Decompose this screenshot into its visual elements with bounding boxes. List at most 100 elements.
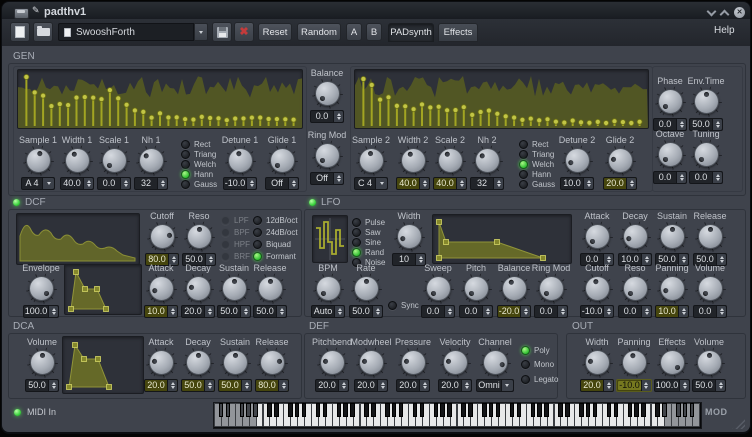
value-spinbox[interactable]: 50.0 <box>349 305 383 318</box>
dcf-reso-control[interactable]: Reso50.0 <box>179 211 219 266</box>
radio-pulse[interactable]: Pulse <box>352 217 385 227</box>
def-pitchbend-control[interactable]: Pitchbend20.0 <box>312 337 352 392</box>
tab-padsynth[interactable]: PADsynth <box>388 23 434 42</box>
value-spinbox[interactable]: 40.0 <box>396 177 430 190</box>
knob-dial[interactable] <box>585 276 610 301</box>
knob-dial[interactable] <box>698 224 723 249</box>
value-combobox[interactable]: C 4 <box>354 177 388 190</box>
radio-triang[interactable]: Triang <box>519 149 555 159</box>
piano-black-key[interactable] <box>288 403 293 417</box>
knob-dial[interactable] <box>354 276 379 301</box>
lfo-sweep-control[interactable]: Sweep0.0 <box>418 263 458 318</box>
knob-dial[interactable] <box>585 224 610 249</box>
piano-black-key[interactable] <box>253 403 258 417</box>
radio-mono[interactable]: Mono <box>521 358 558 373</box>
piano-black-key[interactable] <box>399 403 404 417</box>
spin-arrows-icon[interactable] <box>493 178 503 189</box>
preset-combobox[interactable]: SwooshForth <box>58 23 194 41</box>
piano-black-key[interactable] <box>662 403 667 417</box>
piano-black-key[interactable] <box>468 403 473 417</box>
radio-saw[interactable]: Saw <box>352 227 385 237</box>
piano-black-key[interactable] <box>350 403 355 417</box>
spin-arrows-icon[interactable] <box>241 380 251 391</box>
piano-black-key[interactable] <box>586 403 591 417</box>
value-spinbox[interactable]: 20.0 <box>438 379 472 392</box>
lfo-volume-control[interactable]: Volume0.0 <box>690 263 730 318</box>
def-modwheel-control[interactable]: Modwheel20.0 <box>351 337 391 392</box>
knob-dial[interactable] <box>694 89 719 114</box>
lfo-pitch-control[interactable]: Pitch0.0 <box>456 263 496 318</box>
spin-arrows-icon[interactable] <box>461 380 471 391</box>
tab-effects[interactable]: Effects <box>438 23 478 42</box>
spin-arrows-icon[interactable] <box>557 306 567 317</box>
value-spinbox[interactable]: 0.0 <box>534 305 568 318</box>
value-spinbox[interactable]: Off <box>265 177 299 190</box>
out-effects-control[interactable]: Effects100.0 <box>652 337 692 392</box>
piano-black-key[interactable] <box>274 403 279 417</box>
piano-black-key[interactable] <box>337 403 342 417</box>
spin-arrows-icon[interactable] <box>603 306 613 317</box>
gen-glide1-control[interactable]: Glide 1Off <box>262 135 302 190</box>
knob-dial[interactable] <box>260 350 285 375</box>
value-spinbox[interactable]: -10.0 <box>580 305 615 318</box>
spin-arrows-icon[interactable] <box>641 380 651 391</box>
piano-black-key[interactable] <box>517 403 522 417</box>
value-spinbox[interactable]: 20.0 <box>181 305 215 318</box>
piano-black-key[interactable] <box>683 403 688 417</box>
piano-black-key[interactable] <box>482 403 487 417</box>
dcf-cutoff-control[interactable]: Cutoff80.0 <box>142 211 182 266</box>
piano-black-key[interactable] <box>413 403 418 417</box>
def-pressure-control[interactable]: Pressure20.0 <box>393 337 433 392</box>
dca-sustain-control[interactable]: Sustain50.0 <box>215 337 255 392</box>
save-preset-button[interactable] <box>212 22 232 42</box>
piano-black-key[interactable] <box>316 403 321 417</box>
spin-arrows-icon[interactable] <box>444 306 454 317</box>
reset-button[interactable]: Reset <box>258 23 292 41</box>
out-volume-control[interactable]: Volume50.0 <box>689 337 729 392</box>
value-spinbox[interactable]: 0.0 <box>693 305 727 318</box>
random-button[interactable]: Random <box>297 23 341 41</box>
knob-dial[interactable] <box>187 224 212 249</box>
piano-black-key[interactable] <box>364 403 369 417</box>
knob-dial[interactable] <box>149 350 174 375</box>
spin-arrows-icon[interactable] <box>167 306 177 317</box>
dcf-envelope-control[interactable]: Envelope100.0 <box>21 263 61 318</box>
a-button[interactable]: A <box>346 23 362 41</box>
minimize-button[interactable] <box>708 8 716 16</box>
piano-black-key[interactable] <box>579 403 584 417</box>
piano-black-key[interactable] <box>537 403 542 417</box>
value-spinbox[interactable]: 0.0 <box>97 177 131 190</box>
value-spinbox[interactable]: 20.0 <box>144 379 178 392</box>
piano-black-key[interactable] <box>434 403 439 417</box>
gen-ringmod-control[interactable]: Ring ModOff <box>307 130 347 185</box>
out-panning-control[interactable]: Panning-10.0 <box>614 337 654 392</box>
def-velocity-control[interactable]: Velocity20.0 <box>435 337 475 392</box>
spin-arrows-icon[interactable] <box>372 306 382 317</box>
piano-black-key[interactable] <box>267 403 272 417</box>
value-spinbox[interactable]: 10.0 <box>144 305 178 318</box>
open-preset-button[interactable] <box>33 22 53 42</box>
radio-hann[interactable]: Hann <box>519 169 555 179</box>
radio-rand[interactable]: Rand <box>352 247 385 257</box>
dca-attack-control[interactable]: Attack20.0 <box>141 337 181 392</box>
radio-12db-oct[interactable]: 12dB/oct <box>253 214 298 226</box>
lfo-wave-display[interactable] <box>312 215 348 263</box>
knob-dial[interactable] <box>359 148 384 173</box>
knob-dial[interactable] <box>426 276 451 301</box>
gen-glide2-control[interactable]: Glide 220.0 <box>600 135 640 190</box>
dca-volume-control[interactable]: Volume50.0 <box>22 337 62 392</box>
value-spinbox[interactable]: 32 <box>134 177 168 190</box>
dcf-decay-control[interactable]: Decay20.0 <box>178 263 218 318</box>
knob-dial[interactable] <box>223 350 248 375</box>
value-spinbox[interactable]: 20.0 <box>580 379 614 392</box>
piano-black-key[interactable] <box>531 403 536 417</box>
dca-envelope-display[interactable] <box>62 336 144 394</box>
value-spinbox[interactable]: 0.0 <box>653 171 687 184</box>
value-spinbox[interactable]: 50.0 <box>253 305 287 318</box>
value-spinbox[interactable]: Off <box>310 172 344 185</box>
value-combobox[interactable]: A 4 <box>21 177 55 190</box>
piano-black-key[interactable] <box>676 403 681 417</box>
piano-black-key[interactable] <box>634 403 639 417</box>
radio-bpf[interactable]: BPF <box>221 226 250 238</box>
b-button[interactable]: B <box>366 23 382 41</box>
